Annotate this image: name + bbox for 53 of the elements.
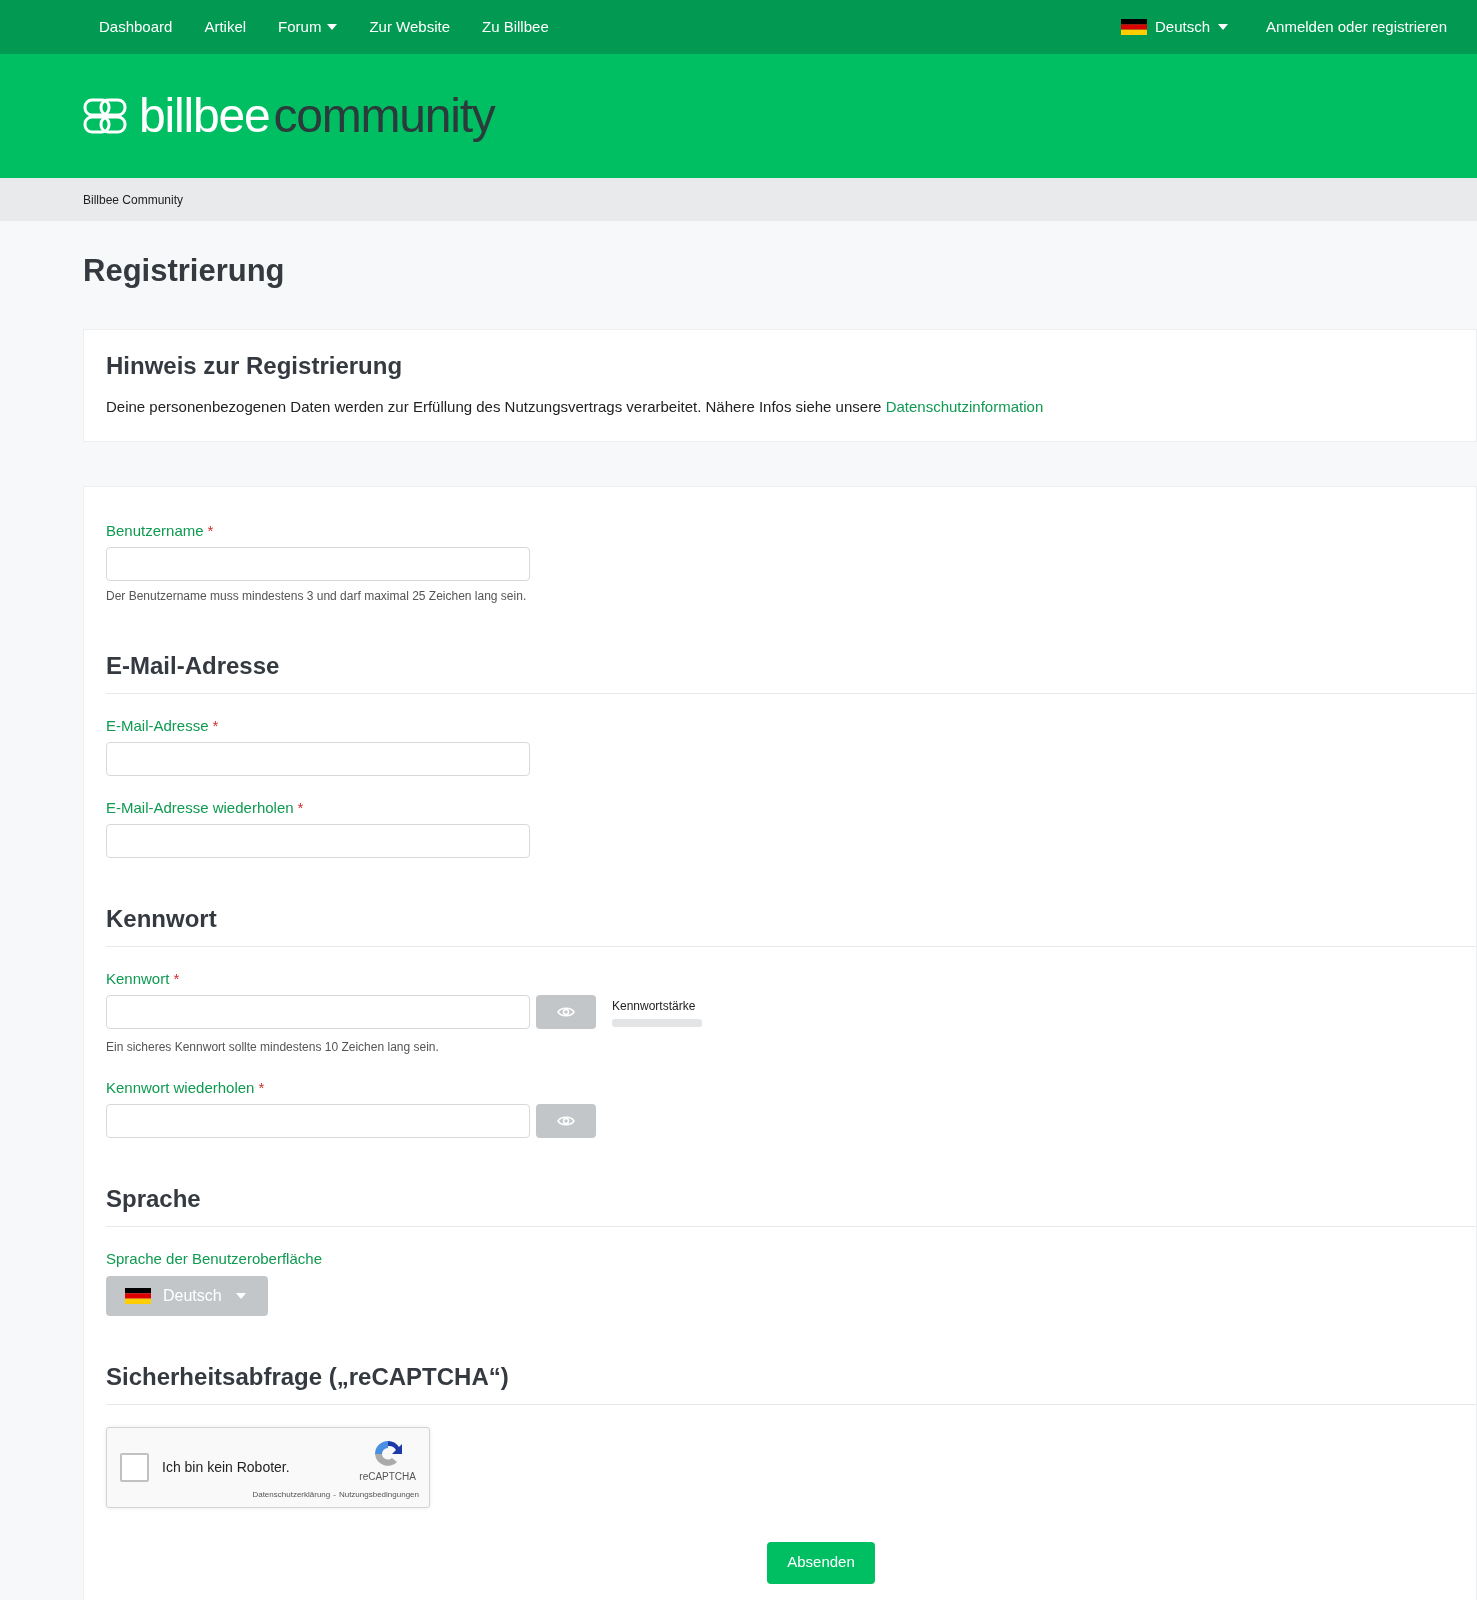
field-label: E-Mail-Adresse wiederholen <box>106 797 294 818</box>
eye-icon <box>557 1114 575 1127</box>
text-field[interactable] <box>106 741 530 776</box>
login-link[interactable]: Anmelden oder registrieren <box>1266 15 1447 39</box>
section-heading: Sicherheitsabfrage („reCAPTCHA“) <box>106 1361 1476 1405</box>
field-label: Kennwort wiederholen <box>106 1077 255 1098</box>
field-label: E-Mail-Adresse <box>106 715 209 736</box>
nav-link[interactable]: Zur Website <box>369 15 450 39</box>
captcha-label: Ich bin kein Roboter. <box>162 1457 290 1477</box>
strength-label: Kennwortstärke <box>612 997 697 1015</box>
notice-text: Deine personenbezogenen Daten werden zur Erfüllung des Nutzungsvertrags verarbeitet. Nähere Infos siehe unsere Datenschutzinformation <box>106 397 1045 417</box>
password-field[interactable] <box>106 994 530 1029</box>
field-label: Kennwort <box>106 968 170 989</box>
captcha-brand: reCAPTCHA <box>359 1469 416 1484</box>
eye-icon <box>557 1005 575 1018</box>
notice-title: Hinweis zur Registrierung <box>106 351 404 381</box>
required-mark: * <box>173 968 180 989</box>
german-flag-icon <box>1121 19 1148 35</box>
hint-text: Ein sicheres Kennwort sollte mindestens 10 Zeichen lang sein. <box>106 1038 440 1056</box>
terms-link[interactable]: Nutzungsbedingungen <box>338 1488 419 1501</box>
captcha-checkbox[interactable] <box>120 1452 149 1482</box>
required-mark: * <box>207 520 214 541</box>
separator-text: - <box>333 1488 336 1501</box>
logo-icon <box>83 98 127 134</box>
field-label: Sprache der Benutzeroberfläche <box>106 1248 322 1269</box>
breadcrumb-link[interactable]: Billbee Community <box>83 190 184 209</box>
password-field[interactable] <box>106 1103 530 1138</box>
field-label: Benutzername <box>106 520 204 541</box>
required-mark: * <box>258 1077 265 1098</box>
language-menu[interactable]: Deutsch <box>1121 15 1229 39</box>
german-flag-icon <box>125 1287 151 1304</box>
section-heading: Sprache <box>106 1183 1476 1227</box>
caret-icon <box>1218 24 1229 30</box>
required-mark: * <box>212 715 219 736</box>
show-password-button[interactable] <box>536 994 596 1029</box>
nav-link[interactable]: Forum <box>278 15 338 39</box>
page-title: Registrierung <box>83 252 286 290</box>
nav-link[interactable]: Artikel <box>204 15 247 39</box>
show-password-button[interactable] <box>536 1103 596 1138</box>
section-heading: Kennwort <box>106 903 1476 947</box>
caret-icon <box>327 24 338 30</box>
section-heading: E-Mail-Adresse <box>106 650 1476 694</box>
privacy-info-link[interactable]: Datenschutzinformation <box>885 398 1044 415</box>
required-mark: * <box>297 797 304 818</box>
text-field[interactable] <box>106 546 530 581</box>
caret-icon <box>235 1292 246 1299</box>
submit-button[interactable]: Absenden <box>767 1541 875 1584</box>
privacy-link[interactable]: Datenschutzerklärung <box>252 1488 331 1501</box>
hint-text: Der Benutzername muss mindestens 3 und darf maximal 25 Zeichen lang sein. <box>106 587 528 605</box>
nav-link[interactable]: Zu Billbee <box>482 15 549 39</box>
nav-link[interactable]: Dashboard <box>99 15 173 39</box>
text-field[interactable] <box>106 823 530 858</box>
logo[interactable]: billbeecommunity <box>83 92 495 140</box>
